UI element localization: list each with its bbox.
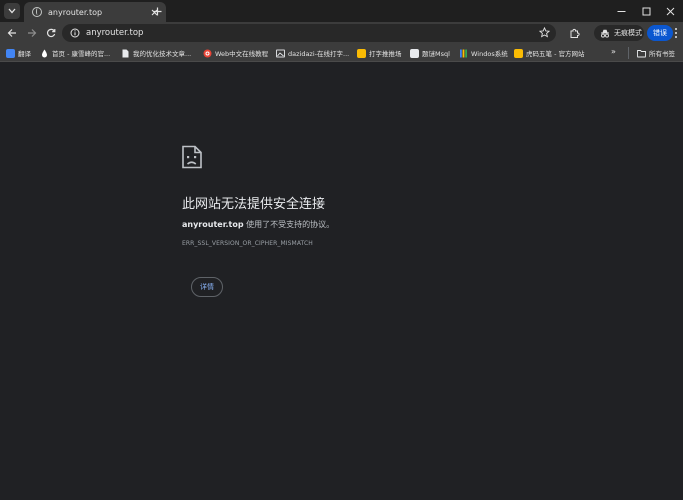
bookmark-star-icon[interactable] — [539, 27, 550, 38]
toolbar: anyrouter.top 无痕模式 错误 — [0, 22, 683, 44]
bookmark-item[interactable]: 首页 - 康雪峰的官... — [40, 47, 110, 59]
bookmark-label: 虎码五笔 - 官方网站 — [526, 50, 585, 58]
minimize-icon — [617, 10, 625, 12]
bookmark-label: 我的优化技术文章... — [133, 50, 192, 58]
folder-icon — [637, 49, 646, 57]
globe-icon — [32, 7, 42, 17]
bookmark-item[interactable]: Windos系统 — [459, 47, 508, 59]
close-icon — [666, 7, 674, 15]
reload-icon — [46, 28, 56, 38]
bars-icon — [460, 49, 467, 57]
error-description: anyrouter.top 使用了不受支持的协议。 — [182, 219, 334, 230]
error-button[interactable]: 错误 — [647, 25, 673, 41]
bookmark-item[interactable]: 我的优化技术文章... — [121, 47, 191, 59]
more-bookmarks-chevron-icon[interactable]: » — [611, 47, 616, 56]
tiger-icon — [514, 48, 523, 58]
bookmark-label: Windos系统 — [471, 50, 508, 58]
bookmark-label: dazidazi-在线打字... — [288, 50, 350, 58]
bookmark-item[interactable]: 打字推推场 — [357, 47, 402, 59]
tab-strip: anyrouter.top — [0, 0, 683, 22]
all-bookmarks-folder[interactable]: 所有书签 — [637, 47, 675, 59]
tab-search-button[interactable] — [4, 3, 20, 19]
bookmark-item[interactable]: 翻译 — [6, 47, 31, 59]
bookmark-item[interactable]: 虎码五笔 - 官方网站 — [514, 47, 584, 59]
error-title: 此网站无法提供安全连接 — [182, 197, 326, 212]
maximize-icon — [642, 7, 650, 15]
bookmark-label: Web中文在线教程 — [215, 50, 269, 58]
incognito-indicator[interactable]: 无痕模式 — [594, 25, 644, 41]
error-code: ERR_SSL_VERSION_OR_CIPHER_MISMATCH — [182, 240, 313, 247]
incognito-label: 无痕模式 — [614, 29, 642, 37]
document-icon — [122, 49, 129, 57]
puzzle-icon — [410, 48, 419, 58]
arrow-left-icon — [7, 29, 16, 37]
tab-title: anyrouter.top — [48, 7, 103, 17]
more-menu-icon[interactable] — [673, 27, 679, 39]
error-host: anyrouter.top — [182, 220, 244, 229]
tab-active[interactable]: anyrouter.top — [24, 2, 166, 22]
url-text[interactable]: anyrouter.top — [86, 28, 143, 38]
extensions-button[interactable] — [566, 25, 582, 41]
new-tab-button[interactable] — [150, 4, 164, 18]
bookmarks-bar: 翻译 首页 - 康雪峰的官... 我的优化技术文章... Web中文在线教程 d… — [0, 44, 683, 62]
bookmark-label: 首页 - 康雪峰的官... — [52, 50, 111, 58]
forward-button[interactable] — [24, 25, 40, 41]
details-button[interactable]: 详情 — [191, 277, 223, 297]
address-bar[interactable]: anyrouter.top — [62, 24, 556, 42]
bookmark-label: 打字推推场 — [369, 50, 402, 58]
bookmarks-divider — [628, 47, 629, 59]
bookmark-item[interactable]: dazidazi-在线打字... — [276, 47, 349, 59]
plus-icon — [153, 7, 161, 15]
close-window-button[interactable] — [655, 0, 683, 22]
incognito-icon — [601, 29, 609, 38]
chevron-down-icon — [8, 8, 16, 14]
water-drop-icon — [42, 49, 47, 57]
keyboard-icon — [357, 48, 366, 58]
bookmark-item[interactable]: Web中文在线教程 — [203, 47, 268, 59]
target-icon — [203, 49, 212, 57]
image-icon — [276, 49, 285, 57]
info-icon[interactable] — [70, 28, 80, 38]
error-message: 使用了不受支持的协议。 — [243, 220, 335, 229]
translate-icon — [6, 48, 15, 58]
bookmark-label: 题谜Msql — [422, 50, 450, 58]
arrow-right-icon — [28, 29, 37, 37]
puzzle-piece-icon — [570, 28, 580, 38]
bookmark-label: 翻译 — [18, 50, 31, 58]
back-button[interactable] — [4, 25, 20, 41]
reload-button[interactable] — [43, 25, 59, 41]
bookmark-item[interactable]: 题谜Msql — [410, 47, 450, 59]
broken-page-icon — [182, 145, 202, 169]
bookmark-label: 所有书签 — [649, 50, 675, 58]
